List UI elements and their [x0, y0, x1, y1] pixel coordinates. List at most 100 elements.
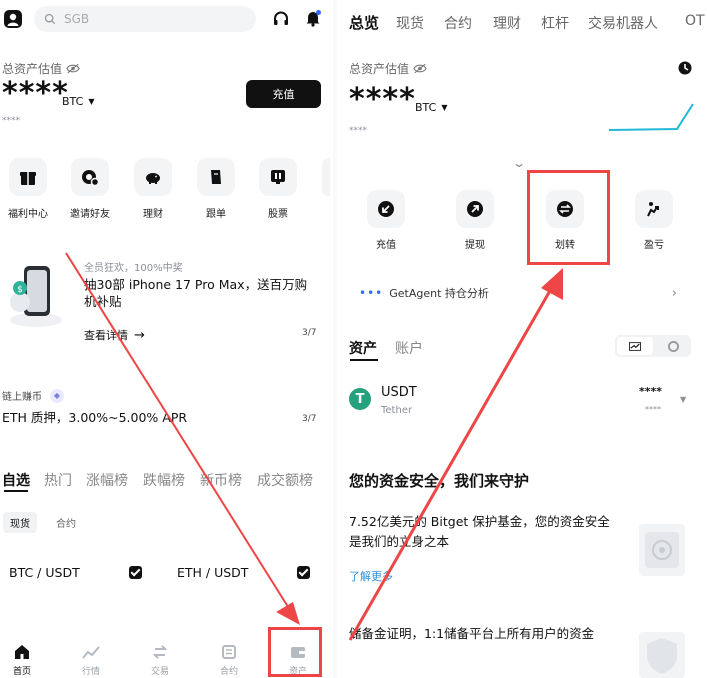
- pair-checkbox[interactable]: [129, 566, 142, 579]
- history-icon[interactable]: [677, 60, 693, 76]
- line-chart-icon: [629, 341, 641, 351]
- currency-label: BTC: [415, 101, 437, 114]
- deposit-button[interactable]: 充值: [246, 80, 321, 108]
- currency-selector[interactable]: BTC ▼: [62, 95, 94, 108]
- market-tab-volume[interactable]: 成交额榜: [257, 470, 313, 490]
- safety-title: 您的资金安全，我们来守护: [349, 472, 530, 490]
- copy-trade-icon: [211, 170, 221, 184]
- agent-text: GetAgent 持仓分析: [389, 287, 489, 300]
- caret-down-icon: ▼: [680, 395, 687, 404]
- market-tab-hot[interactable]: 热门: [44, 470, 72, 490]
- pair-checkbox[interactable]: [297, 566, 310, 579]
- getagent-banner[interactable]: ••• GetAgent 持仓分析 ›: [359, 283, 677, 303]
- learn-more-link[interactable]: 了解更多: [349, 568, 393, 584]
- market-tab-underline: [4, 490, 28, 492]
- highlight-box-assets-nav: [268, 627, 322, 677]
- pie-chart-icon: [667, 340, 679, 352]
- promo-kicker: 全员狂欢，100%中奖: [84, 263, 183, 274]
- reserve-text: 储备金证明，1:1储备平台上所有用户的资金: [349, 626, 595, 641]
- market-tab-new[interactable]: 新币榜: [200, 470, 242, 490]
- market-tab-losers[interactable]: 跌幅榜: [143, 470, 185, 490]
- balance-sub-value: ****: [2, 116, 20, 126]
- currency-label: BTC: [62, 95, 84, 108]
- search-input[interactable]: SGB: [34, 6, 256, 32]
- bell-icon[interactable]: [304, 9, 322, 27]
- sub-tab-futures[interactable]: 合约: [56, 515, 76, 530]
- coin-amount: ****: [639, 385, 663, 398]
- trade-icon: [152, 645, 168, 659]
- promo-details-label: 查看详情: [84, 329, 128, 342]
- expand-chevron-icon[interactable]: ⌄: [512, 156, 526, 170]
- arrow-right-icon: →: [134, 327, 145, 343]
- home-icon: [15, 645, 29, 659]
- nav-market[interactable]: 行情: [61, 644, 121, 677]
- asset-tab-assets[interactable]: 资产: [349, 338, 377, 358]
- top-tab-spot[interactable]: 现货: [396, 13, 424, 33]
- quick-action-label: 邀请好友: [70, 209, 110, 220]
- shield-safe-image: [639, 524, 685, 576]
- left-panel: SGB 总资产估值 **** BTC ▼ **** 充值 福利中心 邀请好友 理…: [0, 0, 330, 678]
- asset-row-usdt[interactable]: T USDT Tether **** **** ▼: [349, 383, 694, 423]
- gift-icon: [20, 172, 36, 185]
- asset-tab-underline: [350, 359, 378, 361]
- eth-coin-icon: ◆: [50, 388, 64, 403]
- avatar[interactable]: [4, 10, 22, 28]
- market-tab-gainers[interactable]: 涨幅榜: [86, 470, 128, 490]
- nav-futures[interactable]: 合约: [199, 644, 259, 677]
- top-tab-finance[interactable]: 理财: [493, 13, 521, 33]
- promo-details-link[interactable]: 查看详情 →: [84, 327, 145, 343]
- promo-pager: 3/7: [302, 328, 317, 338]
- top-tab-margin[interactable]: 杠杆: [541, 13, 569, 33]
- search-placeholder: SGB: [64, 12, 90, 26]
- deposit-button-label: 充值: [272, 88, 295, 101]
- earn-pager: 3/7: [302, 414, 317, 424]
- quick-action-label: 股票: [268, 209, 288, 220]
- usdt-coin-icon: T: [349, 388, 371, 410]
- nav-home[interactable]: 首页: [0, 644, 52, 677]
- action-label: 提现: [465, 240, 485, 251]
- market-tab-favorites[interactable]: 自选: [2, 470, 30, 490]
- promo-title[interactable]: 抽30部 iPhone 17 Pro Max，送百万购机补贴: [84, 276, 316, 310]
- currency-selector[interactable]: BTC ▼: [415, 101, 447, 114]
- svg-text:$: $: [17, 285, 23, 295]
- top-tab-overview[interactable]: 总览: [349, 12, 379, 33]
- balance-sub-value: ****: [349, 126, 367, 136]
- earn-text[interactable]: ETH 质押，3.00%~5.00% APR: [2, 407, 187, 426]
- action-label: 充值: [376, 240, 396, 251]
- top-tab-bots[interactable]: 交易机器人: [588, 13, 658, 33]
- chevron-right-icon: ›: [671, 285, 677, 301]
- quick-action-partial[interactable]: [322, 158, 330, 196]
- right-panel: 总览 现货 合约 理财 杠杆 交易机器人 OT 总资产估值 **** BTC ▼…: [337, 0, 707, 678]
- chart-view-button[interactable]: [617, 337, 653, 355]
- sub-tab-spot[interactable]: 现货: [3, 512, 37, 533]
- pnl-icon: [647, 202, 659, 217]
- headset-icon[interactable]: [272, 10, 290, 28]
- pie-view-button[interactable]: [657, 337, 689, 355]
- piggy-bank-icon: [146, 173, 160, 184]
- market-icon: [82, 646, 100, 659]
- reserve-image: [639, 632, 685, 678]
- nav-trade[interactable]: 交易: [130, 644, 190, 677]
- quick-action-label: 福利中心: [8, 209, 48, 220]
- fund-text: 7.52亿美元的 Bitget 保护基金，您的资金安全是我们的立身之本: [349, 514, 610, 549]
- view-toggle: [615, 335, 691, 357]
- invite-icon: [82, 170, 100, 187]
- pair-label: ETH / USDT: [177, 565, 249, 580]
- coin-name: Tether: [381, 405, 413, 416]
- pair-label: BTC / USDT: [9, 565, 80, 580]
- withdraw-icon: [467, 201, 483, 217]
- asset-tab-accounts[interactable]: 账户: [395, 338, 423, 358]
- top-tab-futures[interactable]: 合约: [444, 13, 472, 33]
- total-assets-label: 总资产估值: [2, 62, 63, 76]
- top-tab-otc[interactable]: OT: [685, 13, 705, 29]
- eye-off-icon[interactable]: [413, 63, 427, 74]
- balance-sparkline: [608, 103, 694, 131]
- balance-value: ****: [2, 76, 69, 111]
- coin-symbol: USDT: [381, 385, 417, 400]
- eye-off-icon[interactable]: [66, 63, 80, 74]
- highlight-box-transfer: [527, 170, 610, 265]
- deposit-icon: [378, 201, 394, 217]
- stock-icon: [271, 170, 285, 184]
- coin-value: ****: [645, 405, 661, 414]
- action-label: 盈亏: [644, 240, 664, 251]
